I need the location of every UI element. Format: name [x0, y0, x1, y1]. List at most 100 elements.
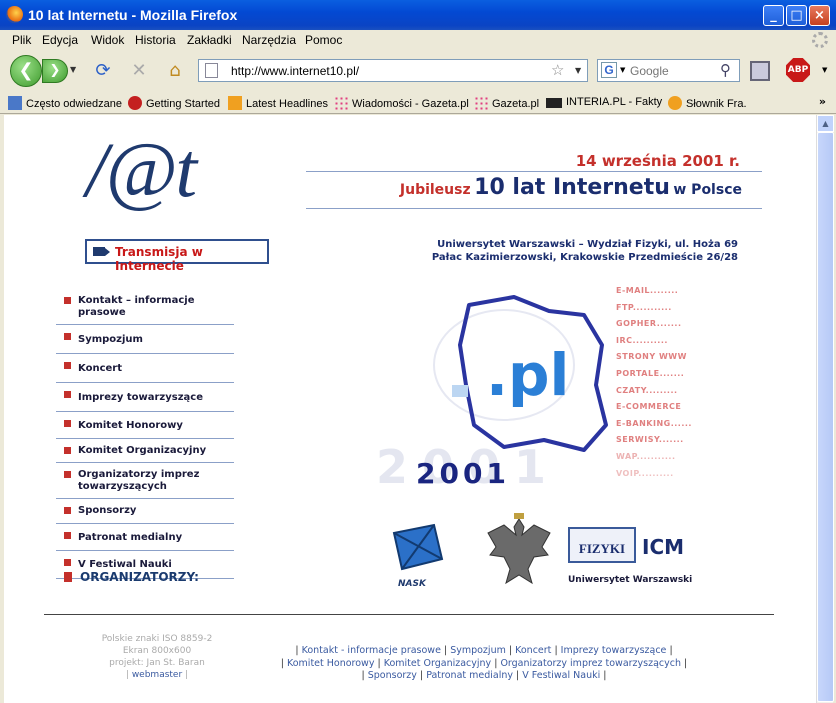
footer-info-line: Ekran 800x600	[122, 646, 192, 656]
adblock-dropdown-icon[interactable]: ▼	[822, 66, 827, 74]
menu-plik[interactable]: Plik	[12, 33, 31, 47]
menu-historia[interactable]: Historia	[135, 33, 176, 47]
menu-bar: Plik Edycja Widok Historia Zakładki Narz…	[0, 30, 836, 51]
footer-link[interactable]: Imprezy towarzyszące	[561, 645, 667, 656]
header-divider	[306, 171, 762, 172]
scroll-up-icon[interactable]: ▲	[817, 115, 834, 132]
bookmark-item[interactable]: Gazeta.pl	[474, 96, 539, 110]
footer-link[interactable]: Organizatorzy imprez towarzyszących	[500, 658, 681, 669]
bookmark-star-icon[interactable]: ☆	[551, 61, 564, 79]
bookmark-item[interactable]: Słownik Fra.	[668, 96, 747, 110]
adblock-icon[interactable]: ABP	[786, 58, 810, 82]
year-text: 2001	[416, 457, 510, 490]
reload-icon[interactable]: ⟳	[92, 60, 114, 82]
firefox-icon	[128, 96, 142, 110]
address-bar[interactable]: http://www.internet10.pl/ ☆ ▼	[198, 59, 588, 82]
forward-button[interactable]: ❯	[42, 59, 68, 83]
vertical-scrollbar[interactable]: ▲	[816, 115, 834, 703]
bookmark-item[interactable]: Latest Headlines	[228, 96, 328, 110]
service-item: E-MAIL........	[616, 286, 679, 295]
footer-link[interactable]: Koncert	[515, 645, 551, 656]
transmission-button[interactable]: Transmisja w Internecie	[85, 239, 269, 273]
url-dropdown-icon[interactable]: ▼	[575, 66, 581, 75]
uw-label: Uniwersytet Warszawski	[568, 575, 693, 585]
service-item: VOIP..........	[616, 468, 674, 478]
services-list: E-MAIL........ FTP........... GOPHER....…	[616, 283, 692, 482]
nav-item[interactable]: Komitet Organizacyjny	[56, 439, 234, 463]
nav-item[interactable]: Koncert	[56, 354, 234, 383]
jubilee-label: Jubileusz	[399, 182, 471, 198]
throbber-icon	[812, 32, 828, 48]
maximize-button[interactable]: □	[786, 5, 807, 26]
service-item: E-BANKING......	[616, 418, 692, 428]
navigation-toolbar: ❮ ❯ ▼ ⟳ ✕ ⌂ http://www.internet10.pl/ ☆ …	[0, 51, 836, 90]
title-bar[interactable]: 10 lat Internetu - Mozilla Firefox _ □ ×	[0, 0, 836, 30]
university-eagle-logo[interactable]	[484, 513, 554, 589]
webmaster-link[interactable]: webmaster	[132, 670, 182, 680]
google-engine-icon[interactable]: G	[601, 62, 617, 78]
engine-dropdown-icon[interactable]: ▼	[620, 66, 625, 74]
nask-logo[interactable]	[390, 519, 446, 581]
footer-link[interactable]: Komitet Organizacyjny	[384, 658, 491, 669]
footer-info-line: | webmaster |	[125, 670, 189, 680]
bookmark-item[interactable]: Często odwiedzane	[8, 96, 122, 110]
footer-links-row: | Komitet Honorowy | Komitet Organizacyj…	[280, 657, 688, 669]
menu-edycja[interactable]: Edycja	[42, 33, 78, 47]
window-title: 10 lat Internetu - Mozilla Firefox	[28, 7, 238, 23]
nav-item[interactable]: Kontakt – informacje prasowe	[56, 289, 234, 325]
bookmark-item[interactable]: INTERIA.PL - Fakty	[546, 96, 662, 108]
site-logo[interactable]: /@t	[86, 125, 197, 215]
bookmarks-overflow-icon[interactable]: »	[819, 95, 826, 108]
home-icon[interactable]: ⌂	[164, 60, 186, 82]
footer-divider	[44, 614, 774, 615]
stop-icon[interactable]: ✕	[128, 60, 150, 82]
footer-link[interactable]: V Festiwal Nauki	[522, 670, 600, 681]
tabs-icon[interactable]	[750, 61, 770, 81]
footer-link[interactable]: Sponsorzy	[368, 670, 417, 681]
page-content: /@t 14 września 2001 r. Jubileusz 10 lat…	[4, 115, 816, 703]
menu-zakladki[interactable]: Zakładki	[187, 33, 232, 47]
history-dropdown-icon[interactable]: ▼	[70, 65, 76, 74]
organizers-heading: ORGANIZATORZY:	[64, 570, 199, 584]
menu-pomoc[interactable]: Pomoc	[305, 33, 342, 47]
menu-narzedzia[interactable]: Narzędzia	[242, 33, 296, 47]
close-button[interactable]: ×	[809, 5, 830, 26]
url-text[interactable]: http://www.internet10.pl/	[231, 64, 359, 78]
nav-item[interactable]: Imprezy towarzyszące	[56, 383, 234, 412]
bookmark-item[interactable]: Wiadomości - Gazeta.pl	[334, 96, 469, 110]
jubilee-suffix: w Polsce	[673, 182, 742, 198]
pl-domain-text: .pl	[486, 341, 569, 409]
jubilee-heading: Jubileusz 10 lat Internetu w Polsce	[306, 175, 762, 200]
search-icon[interactable]: ⚲	[720, 61, 731, 79]
fizyki-logo[interactable]: FIZYKI	[568, 527, 636, 563]
icm-logo[interactable]: ICM	[642, 535, 684, 559]
venue-info: Uniwersytet Warszawski – Wydział Fizyki,…	[384, 238, 738, 264]
back-button[interactable]: ❮	[10, 55, 42, 87]
bookmark-item[interactable]: Getting Started	[128, 96, 220, 110]
minimize-button[interactable]: _	[763, 5, 784, 26]
nav-item[interactable]: Komitet Honorowy	[56, 412, 234, 439]
header-divider	[306, 208, 762, 209]
organizer-logos: NASK FIZYKI ICM Uniwersytet Warszawski	[384, 513, 704, 593]
event-date: 14 września 2001 r.	[575, 152, 740, 170]
service-item: GOPHER.......	[616, 319, 682, 329]
nav-item[interactable]: Sympozjum	[56, 325, 234, 354]
side-navigation: Kontakt – informacje prasowe Sympozjum K…	[56, 289, 234, 579]
gazeta-icon	[474, 96, 488, 110]
search-input[interactable]	[630, 63, 718, 79]
jubilee-title: 10 lat Internetu	[474, 175, 670, 200]
scrollbar-thumb[interactable]	[817, 132, 834, 702]
search-bar[interactable]: G ▼ ⚲	[597, 59, 740, 82]
nav-item[interactable]: Sponsorzy	[56, 499, 234, 524]
footer-links-row: | Sponsorzy | Patronat medialny | V Fest…	[361, 670, 607, 681]
menu-widok[interactable]: Widok	[91, 33, 124, 47]
footer-link[interactable]: Komitet Honorowy	[287, 658, 374, 669]
service-item: FTP...........	[616, 302, 672, 312]
nav-item[interactable]: Organizatorzy imprez towarzyszących	[56, 463, 234, 499]
nav-item[interactable]: Patronat medialny	[56, 524, 234, 551]
footer-link[interactable]: Sympozjum	[450, 645, 506, 656]
envelope-icon	[452, 385, 468, 397]
footer-link[interactable]: Kontakt - informacje prasowe	[302, 645, 441, 656]
footer-link[interactable]: Patronat medialny	[426, 670, 513, 681]
venue-line: Uniwersytet Warszawski – Wydział Fizyki,…	[437, 239, 738, 250]
